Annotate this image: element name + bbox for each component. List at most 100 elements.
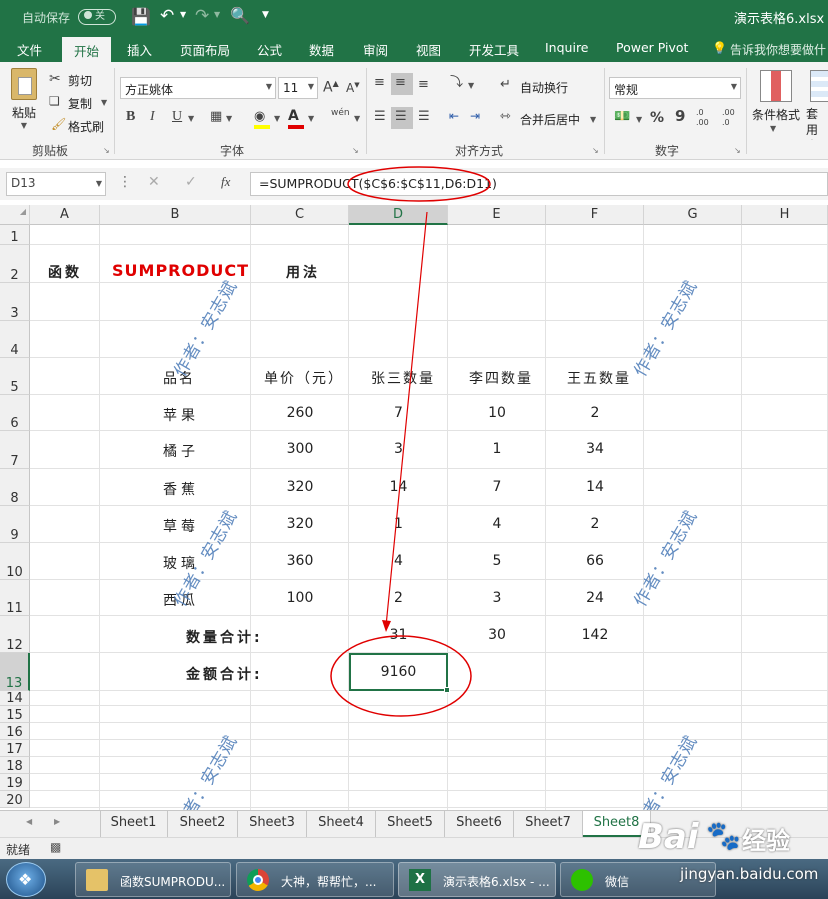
increase-decimal-button[interactable]: .0 .00 <box>696 108 718 128</box>
tab-page-layout[interactable]: 页面布局 <box>180 40 230 59</box>
tab-inquire[interactable]: Inquire <box>545 40 589 55</box>
align-left-icon[interactable]: ☰ <box>374 110 386 123</box>
tab-view[interactable]: 视图 <box>416 40 441 59</box>
tab-data[interactable]: 数据 <box>309 40 334 59</box>
align-center-selected[interactable]: ☰ <box>391 107 413 129</box>
redo-dropdown-icon[interactable]: ▼ <box>214 10 220 19</box>
row-header-10[interactable]: 10 <box>0 543 30 580</box>
tab-file[interactable]: 文件 <box>17 40 42 59</box>
cancel-icon[interactable]: ✕ <box>148 174 160 190</box>
column-header-e[interactable]: E <box>448 205 546 225</box>
column-header-f[interactable]: F <box>546 205 644 225</box>
row-header-7[interactable]: 7 <box>0 431 30 469</box>
row-header-12[interactable]: 12 <box>0 616 30 653</box>
row-header-1[interactable]: 1 <box>0 225 30 245</box>
start-button[interactable]: ❖ <box>6 862 46 897</box>
row-header-14[interactable]: 14 <box>0 691 30 706</box>
row-header-16[interactable]: 16 <box>0 723 30 740</box>
italic-button[interactable]: I <box>150 110 155 124</box>
dialog-launcher-icon[interactable]: ↘ <box>352 146 359 155</box>
row-header-11[interactable]: 11 <box>0 580 30 616</box>
borders-dropdown-icon[interactable]: ▼ <box>226 114 232 123</box>
column-header-g[interactable]: G <box>644 205 742 225</box>
dialog-launcher-icon[interactable]: ↘ <box>734 146 741 155</box>
row-header-20[interactable]: 20 <box>0 791 30 808</box>
cut-button[interactable]: 剪切 <box>68 72 92 89</box>
borders-icon[interactable]: ▦ <box>210 110 222 123</box>
align-middle-selected[interactable]: ≡ <box>391 73 413 95</box>
font-color-button[interactable]: A <box>288 108 306 129</box>
tab-review[interactable]: 审阅 <box>363 40 388 59</box>
row-header-5[interactable]: 5 <box>0 358 30 395</box>
bold-button[interactable]: B <box>126 110 135 124</box>
macro-record-icon[interactable]: ▩ <box>50 840 61 854</box>
percent-button[interactable]: % <box>650 111 664 125</box>
row-header-13[interactable]: 13 <box>0 653 30 691</box>
increase-font-icon[interactable]: A▲ <box>323 80 339 95</box>
sheet-tab-1[interactable]: Sheet1 <box>100 811 168 837</box>
row-header-6[interactable]: 6 <box>0 395 30 431</box>
tab-developer[interactable]: 开发工具 <box>469 40 519 59</box>
align-bottom-icon[interactable]: ≡ <box>418 78 429 91</box>
row-header-18[interactable]: 18 <box>0 757 30 774</box>
sheet-tab-6[interactable]: Sheet6 <box>445 811 514 837</box>
dialog-launcher-icon[interactable]: ↘ <box>103 146 110 155</box>
increase-indent-icon[interactable]: ⇥ <box>470 110 480 122</box>
paste-button[interactable]: 粘贴 ▼ <box>6 68 42 138</box>
more-vertical-icon[interactable]: ⋮ <box>118 174 132 190</box>
tab-insert[interactable]: 插入 <box>127 40 152 59</box>
row-header-9[interactable]: 9 <box>0 506 30 543</box>
save-icon[interactable]: 💾 <box>131 7 151 26</box>
sheet-tab-5[interactable]: Sheet5 <box>376 811 445 837</box>
align-right-icon[interactable]: ☰ <box>418 110 430 123</box>
format-painter-button[interactable]: 格式刷 <box>68 118 104 135</box>
row-header-2[interactable]: 2 <box>0 245 30 283</box>
font-size-select[interactable]: 11 ▼ <box>278 77 318 99</box>
select-all-corner[interactable]: ◢ <box>0 205 30 225</box>
format-as-table-button[interactable]: 套用表格格式 <box>806 106 828 140</box>
currency-dropdown-icon[interactable]: ▼ <box>636 115 642 124</box>
tell-me-search[interactable]: 告诉我你想要做什 <box>730 41 826 58</box>
sheet-tab-2[interactable]: Sheet2 <box>168 811 238 837</box>
orientation-dropdown-icon[interactable]: ▼ <box>468 81 474 90</box>
insert-function-icon[interactable]: fx <box>221 174 230 190</box>
column-header-a[interactable]: A <box>30 205 100 225</box>
tab-power-pivot[interactable]: Power Pivot <box>616 40 688 55</box>
row-header-8[interactable]: 8 <box>0 469 30 506</box>
phonetic-icon[interactable]: wén <box>331 108 350 118</box>
cond-format-dropdown-icon[interactable]: ▼ <box>770 124 776 133</box>
conditional-format-button[interactable]: 条件格式 <box>752 106 800 123</box>
prev-sheet-icon[interactable]: ◀ <box>26 817 32 826</box>
copy-button[interactable]: 复制 <box>68 95 92 112</box>
sheet-tab-3[interactable]: Sheet3 <box>238 811 307 837</box>
row-header-19[interactable]: 19 <box>0 774 30 791</box>
decrease-decimal-button[interactable]: .00 .0 <box>722 108 744 128</box>
wrap-text-button[interactable]: 自动换行 <box>520 79 568 96</box>
merge-center-button[interactable]: 合并后居中 <box>520 111 580 128</box>
next-sheet-icon[interactable]: ▶ <box>54 817 60 826</box>
undo-icon[interactable]: ↶ <box>160 6 174 26</box>
fill-handle[interactable] <box>444 687 450 693</box>
taskbar-item-chrome[interactable]: 大神，帮帮忙，... <box>236 862 394 897</box>
underline-button[interactable]: U <box>172 110 182 124</box>
redo-icon[interactable]: ↷ <box>195 6 209 26</box>
dialog-launcher-icon[interactable]: ↘ <box>592 146 599 155</box>
merge-dropdown-icon[interactable]: ▼ <box>590 115 596 124</box>
print-preview-icon[interactable]: 🔍 <box>230 6 250 25</box>
enter-check-icon[interactable]: ✓ <box>185 174 197 190</box>
column-header-h[interactable]: H <box>742 205 828 225</box>
name-box[interactable]: D13 ▼ <box>6 172 106 196</box>
fill-dropdown-icon[interactable]: ▼ <box>274 114 280 123</box>
fill-color-button[interactable]: ◉ <box>254 109 272 129</box>
decrease-font-icon[interactable]: A▼ <box>346 82 360 95</box>
row-header-17[interactable]: 17 <box>0 740 30 757</box>
undo-dropdown-icon[interactable]: ▼ <box>180 10 186 19</box>
autosave-toggle[interactable]: 关 <box>78 9 116 25</box>
taskbar-item-folder[interactable]: 函数SUMPRODU... <box>75 862 231 897</box>
row-header-4[interactable]: 4 <box>0 321 30 358</box>
number-format-select[interactable]: 常规 ▼ <box>609 77 741 99</box>
column-header-c[interactable]: C <box>251 205 349 225</box>
decrease-indent-icon[interactable]: ⇤ <box>449 110 459 122</box>
copy-dropdown-icon[interactable]: ▼ <box>101 98 107 107</box>
tab-formulas[interactable]: 公式 <box>257 40 282 59</box>
